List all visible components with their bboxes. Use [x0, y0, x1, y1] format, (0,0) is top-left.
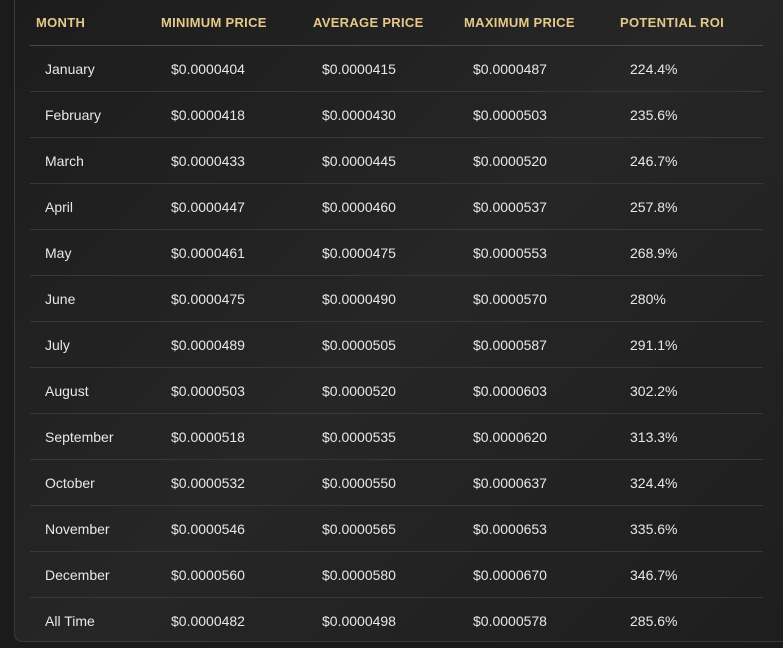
- month-cell: July: [45, 337, 70, 353]
- average-price-cell: $0.0000430: [322, 107, 396, 123]
- average-price-cell: $0.0000415: [322, 61, 396, 77]
- month-cell: All Time: [45, 613, 95, 629]
- minimum-price-cell: $0.0000489: [171, 337, 245, 353]
- month-cell: August: [45, 383, 89, 399]
- average-price-cell: $0.0000475: [322, 245, 396, 261]
- average-price-cell: $0.0000498: [322, 613, 396, 629]
- table-header-row: MONTH MINIMUM PRICE AVERAGE PRICE MAXIMU…: [0, 0, 783, 46]
- average-price-cell: $0.0000460: [322, 199, 396, 215]
- maximum-price-cell: $0.0000503: [473, 107, 547, 123]
- table-row: February $0.0000418 $0.0000430 $0.0000503 23…: [30, 92, 763, 138]
- table-row: November $0.0000546 $0.0000565 $0.0000653 33…: [30, 506, 763, 552]
- table-row: All Time $0.0000482 $0.0000498 $0.0000578 28…: [30, 598, 763, 644]
- potential-roi-cell: 324.4%: [630, 475, 678, 491]
- maximum-price-cell: $0.0000653: [473, 521, 547, 537]
- minimum-price-cell: $0.0000546: [171, 521, 245, 537]
- potential-roi-cell: 235.6%: [630, 107, 678, 123]
- maximum-price-cell: $0.0000520: [473, 153, 547, 169]
- potential-roi-cell: 313.3%: [630, 429, 678, 445]
- table-row: August $0.0000503 $0.0000520 $0.0000603 302.…: [30, 368, 763, 414]
- month-cell: October: [45, 475, 95, 491]
- potential-roi-cell: 224.4%: [630, 61, 678, 77]
- minimum-price-cell: $0.0000461: [171, 245, 245, 261]
- average-price-cell: $0.0000505: [322, 337, 396, 353]
- month-cell: March: [45, 153, 84, 169]
- maximum-price-cell: $0.0000553: [473, 245, 547, 261]
- potential-roi-cell: 246.7%: [630, 153, 678, 169]
- potential-roi-cell: 257.8%: [630, 199, 678, 215]
- maximum-price-cell: $0.0000487: [473, 61, 547, 77]
- month-cell: January: [45, 61, 95, 77]
- table-row: April $0.0000447 $0.0000460 $0.0000537 257.8…: [30, 184, 763, 230]
- table-row: July $0.0000489 $0.0000505 $0.0000587 291.1%: [30, 322, 763, 368]
- header-average-price: AVERAGE PRICE: [313, 15, 424, 30]
- table-row: January $0.0000404 $0.0000415 $0.0000487 224…: [30, 46, 763, 92]
- potential-roi-cell: 280%: [630, 291, 666, 307]
- minimum-price-cell: $0.0000433: [171, 153, 245, 169]
- minimum-price-cell: $0.0000532: [171, 475, 245, 491]
- potential-roi-cell: 346.7%: [630, 567, 678, 583]
- potential-roi-cell: 302.2%: [630, 383, 678, 399]
- average-price-cell: $0.0000520: [322, 383, 396, 399]
- month-cell: April: [45, 199, 74, 215]
- maximum-price-cell: $0.0000670: [473, 567, 547, 583]
- table-row: May $0.0000461 $0.0000475 $0.0000553 268.9%: [30, 230, 763, 276]
- minimum-price-cell: $0.0000475: [171, 291, 245, 307]
- table-row: September $0.0000518 $0.0000535 $0.0000620 3…: [30, 414, 763, 460]
- average-price-cell: $0.0000445: [322, 153, 396, 169]
- average-price-cell: $0.0000580: [322, 567, 396, 583]
- table-row: October $0.0000532 $0.0000550 $0.0000637 324…: [30, 460, 763, 506]
- month-cell: June: [45, 291, 76, 307]
- month-cell: May: [45, 245, 72, 261]
- potential-roi-cell: 268.9%: [630, 245, 678, 261]
- maximum-price-cell: $0.0000578: [473, 613, 547, 629]
- maximum-price-cell: $0.0000587: [473, 337, 547, 353]
- maximum-price-cell: $0.0000637: [473, 475, 547, 491]
- average-price-cell: $0.0000550: [322, 475, 396, 491]
- month-cell: September: [45, 429, 114, 445]
- minimum-price-cell: $0.0000447: [171, 199, 245, 215]
- month-cell: November: [45, 521, 110, 537]
- header-maximum-price: MAXIMUM PRICE: [464, 15, 575, 30]
- table-row: June $0.0000475 $0.0000490 $0.0000570 280%: [30, 276, 763, 322]
- month-cell: February: [45, 107, 102, 123]
- maximum-price-cell: $0.0000603: [473, 383, 547, 399]
- table-row: March $0.0000433 $0.0000445 $0.0000520 246.7…: [30, 138, 763, 184]
- average-price-cell: $0.0000490: [322, 291, 396, 307]
- minimum-price-cell: $0.0000404: [171, 61, 245, 77]
- header-minimum-price: MINIMUM PRICE: [161, 15, 267, 30]
- minimum-price-cell: $0.0000418: [171, 107, 245, 123]
- minimum-price-cell: $0.0000560: [171, 567, 245, 583]
- average-price-cell: $0.0000535: [322, 429, 396, 445]
- maximum-price-cell: $0.0000537: [473, 199, 547, 215]
- potential-roi-cell: 335.6%: [630, 521, 678, 537]
- month-cell: December: [45, 567, 110, 583]
- minimum-price-cell: $0.0000518: [171, 429, 245, 445]
- minimum-price-cell: $0.0000503: [171, 383, 245, 399]
- maximum-price-cell: $0.0000620: [473, 429, 547, 445]
- average-price-cell: $0.0000565: [322, 521, 396, 537]
- minimum-price-cell: $0.0000482: [171, 613, 245, 629]
- header-month: MONTH: [36, 15, 86, 30]
- maximum-price-cell: $0.0000570: [473, 291, 547, 307]
- potential-roi-cell: 285.6%: [630, 613, 678, 629]
- header-potential-roi: POTENTIAL ROI: [620, 15, 725, 30]
- potential-roi-cell: 291.1%: [630, 337, 678, 353]
- table-row: December $0.0000560 $0.0000580 $0.0000670 34…: [30, 552, 763, 598]
